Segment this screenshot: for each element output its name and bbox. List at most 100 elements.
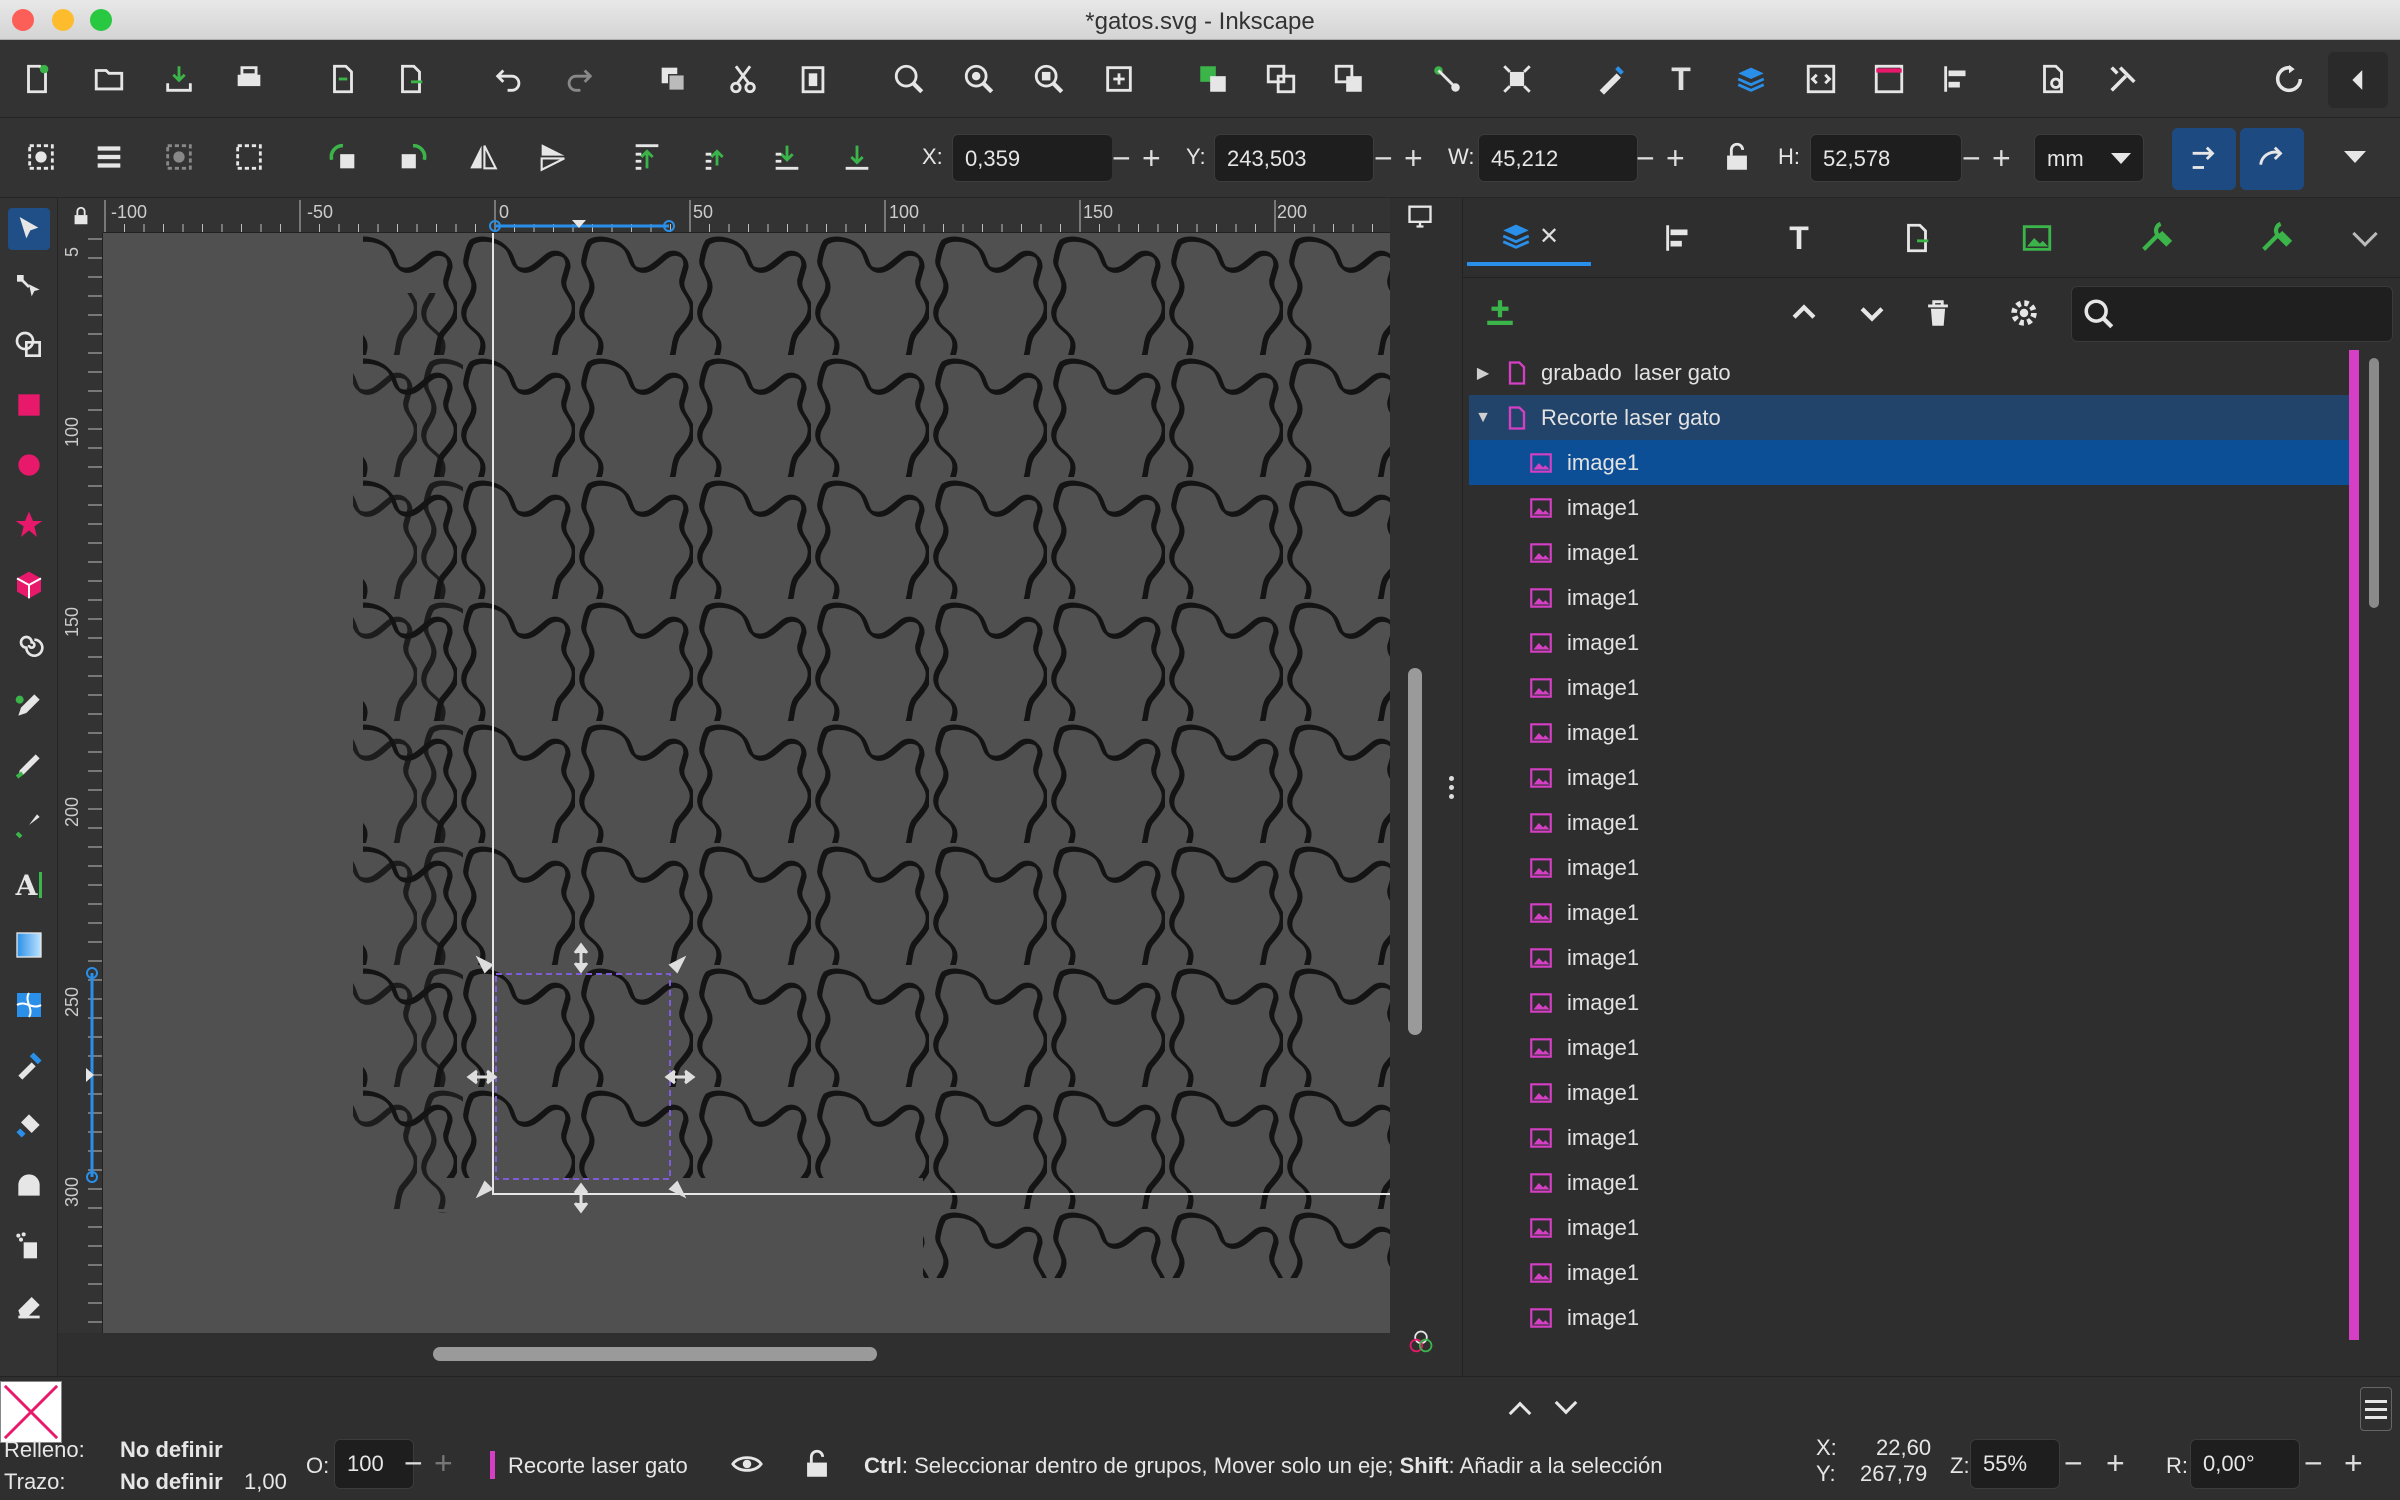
horizontal-scroll-thumb[interactable] xyxy=(433,1347,877,1361)
object-row[interactable]: image1 xyxy=(1469,755,2359,800)
move-down-icon[interactable] xyxy=(1849,290,1895,336)
tab-export[interactable] xyxy=(1877,210,1957,266)
node-tool-icon[interactable] xyxy=(8,266,50,308)
pen-tool-icon[interactable] xyxy=(8,684,50,726)
width-decrement[interactable]: − xyxy=(1636,134,1655,182)
rotate-decrement[interactable]: − xyxy=(2304,1439,2323,1487)
object-row[interactable]: image1 xyxy=(1469,1295,2359,1340)
dropper-tool-icon[interactable] xyxy=(8,1044,50,1086)
3d-box-tool-icon[interactable] xyxy=(8,564,50,606)
select-same-icon[interactable] xyxy=(226,134,272,180)
flip-vertical-icon[interactable] xyxy=(530,134,576,180)
mesh-tool-icon[interactable] xyxy=(8,984,50,1026)
horizontal-scrollbar[interactable] xyxy=(103,1333,1390,1376)
list-scroll-thumb[interactable] xyxy=(2369,358,2379,608)
layer-row-recorte[interactable]: ▼ Recorte laser gato xyxy=(1469,395,2359,440)
spray-tool-icon[interactable] xyxy=(8,1224,50,1266)
align-distribute-icon[interactable] xyxy=(1934,56,1980,102)
collapse-toolbar-icon[interactable] xyxy=(2328,52,2388,108)
rotate-increment[interactable]: + xyxy=(2344,1439,2363,1487)
save-icon[interactable] xyxy=(156,56,202,102)
x-input[interactable]: 0,359 xyxy=(952,134,1112,182)
unit-dropdown[interactable]: mm xyxy=(2034,134,2144,182)
paste-icon[interactable] xyxy=(790,56,836,102)
collapse-arrow-icon[interactable]: ▼ xyxy=(1469,409,1497,427)
raise-icon[interactable] xyxy=(694,134,740,180)
no-paint-swatch-icon[interactable] xyxy=(0,1381,62,1443)
lower-to-bottom-icon[interactable] xyxy=(834,134,880,180)
select-all-icon[interactable] xyxy=(18,134,64,180)
layers-icon[interactable] xyxy=(1728,56,1774,102)
list-scrollbar[interactable] xyxy=(2367,358,2381,1358)
object-row[interactable]: image1 xyxy=(1469,710,2359,755)
zoom-fit-icon[interactable] xyxy=(1096,56,1142,102)
shape-builder-icon[interactable] xyxy=(8,324,50,366)
redo-icon[interactable] xyxy=(556,56,602,102)
color-management-icon[interactable] xyxy=(1404,1325,1438,1359)
object-row[interactable]: image1 xyxy=(1469,575,2359,620)
delete-trash-icon[interactable] xyxy=(1915,290,1961,336)
selectors-css-icon[interactable] xyxy=(1866,56,1912,102)
display-mode-icon[interactable] xyxy=(1402,201,1438,231)
overflow-chevron-icon[interactable] xyxy=(2332,134,2378,180)
selector-tool-icon[interactable] xyxy=(8,208,50,250)
expand-arrow-icon[interactable]: ▶ xyxy=(1469,363,1497,383)
pencil-tool-icon[interactable] xyxy=(8,744,50,786)
print-icon[interactable] xyxy=(226,56,272,102)
object-row[interactable]: image1 xyxy=(1469,530,2359,575)
ellipse-tool-icon[interactable] xyxy=(8,444,50,486)
height-decrement[interactable]: − xyxy=(1962,134,1981,182)
object-row[interactable]: image1 xyxy=(1469,1160,2359,1205)
tab-image[interactable] xyxy=(1997,210,2077,266)
clone-icon[interactable] xyxy=(1326,56,1372,102)
opacity-increment[interactable]: + xyxy=(434,1439,453,1487)
undo-icon[interactable] xyxy=(486,56,532,102)
zoom-drawing-icon[interactable] xyxy=(956,56,1002,102)
object-row[interactable]: image1 xyxy=(1469,485,2359,530)
object-row[interactable]: image1 xyxy=(1469,980,2359,1025)
cut-icon[interactable] xyxy=(720,56,766,102)
hamburger-menu-icon[interactable] xyxy=(2360,1387,2392,1431)
rotate-ccw-icon[interactable] xyxy=(320,134,366,180)
dock-splitter-handle[interactable] xyxy=(1440,198,1462,1376)
object-row[interactable]: image1 xyxy=(1469,890,2359,935)
opacity-input[interactable]: 100 xyxy=(334,1439,414,1489)
tab-preferences[interactable] xyxy=(2115,210,2195,266)
lower-icon[interactable] xyxy=(764,134,810,180)
document-properties-icon[interactable] xyxy=(2030,56,2076,102)
layer-row-grabado[interactable]: ▶ grabado laser gato xyxy=(1469,350,2359,395)
x-increment[interactable]: + xyxy=(1142,134,1161,182)
vertical-scroll-thumb[interactable] xyxy=(1408,668,1422,1035)
eraser-tool-icon[interactable] xyxy=(8,1284,50,1326)
stroke-width-value[interactable]: 1,00 xyxy=(244,1469,287,1495)
object-row[interactable]: image1 xyxy=(1469,1070,2359,1115)
paint-bucket-tool-icon[interactable] xyxy=(8,1104,50,1146)
tab-extensions[interactable] xyxy=(2235,210,2315,266)
object-row[interactable]: image1 xyxy=(1469,935,2359,980)
settings-gear-icon[interactable] xyxy=(2001,290,2047,336)
layer-visibility-eye-icon[interactable] xyxy=(724,1441,770,1487)
lock-proportions-icon[interactable] xyxy=(1714,134,1760,180)
select-all-layers-icon[interactable] xyxy=(86,134,132,180)
width-increment[interactable]: + xyxy=(1666,134,1685,182)
import-icon[interactable] xyxy=(320,56,366,102)
width-input[interactable]: 45,212 xyxy=(1478,134,1638,182)
move-up-icon[interactable] xyxy=(1781,290,1827,336)
command-palette-icon[interactable] xyxy=(2266,56,2312,102)
ungroup-icon[interactable] xyxy=(1258,56,1304,102)
preferences-icon[interactable] xyxy=(2100,56,2146,102)
tab-layers-objects[interactable]: ✕ xyxy=(1467,210,1591,266)
export-icon[interactable] xyxy=(388,56,434,102)
transform-icon[interactable] xyxy=(1494,56,1540,102)
object-row[interactable]: image1 xyxy=(1469,1250,2359,1295)
deselect-icon[interactable] xyxy=(156,134,202,180)
object-row[interactable]: image1 xyxy=(1469,1025,2359,1070)
opacity-decrement[interactable]: − xyxy=(404,1439,423,1487)
flip-horizontal-icon[interactable] xyxy=(460,134,506,180)
calligraphy-tool-icon[interactable] xyxy=(8,804,50,846)
chevron-down-icon[interactable] xyxy=(1554,1391,1578,1415)
object-row[interactable]: image1 xyxy=(1469,1115,2359,1160)
layer-lock-icon[interactable] xyxy=(794,1441,840,1487)
zoom-page-icon[interactable] xyxy=(1026,56,1072,102)
text-tool-icon[interactable]: A xyxy=(8,864,50,906)
